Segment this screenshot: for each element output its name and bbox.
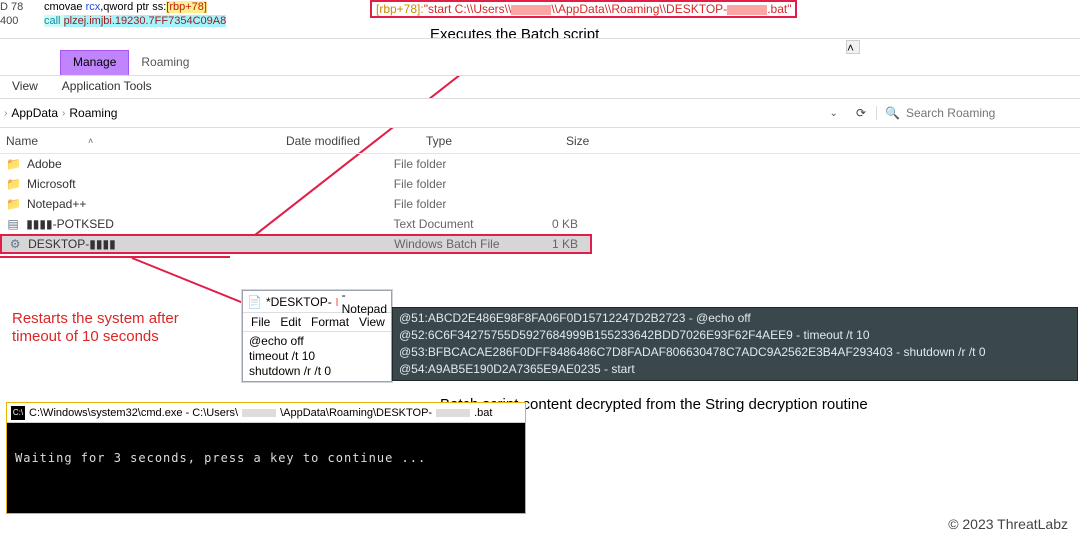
explorer-ribbon: Manage Roaming View Application Tools: [0, 38, 1080, 76]
sort-caret-icon: ˄: [88, 136, 93, 146]
file-name: Microsoft: [27, 177, 270, 191]
cmd-body[interactable]: Waiting for 3 seconds, press a key to co…: [7, 423, 525, 513]
folder-icon: 📁: [6, 156, 21, 172]
cmd-icon: C:\: [11, 406, 25, 420]
cmd-titlebar[interactable]: C:\ C:\Windows\system32\cmd.exe - C:\Use…: [7, 403, 525, 423]
file-size: 1 KB: [518, 237, 590, 251]
asm-addr: 400: [0, 14, 23, 28]
search-input[interactable]: [906, 106, 1056, 120]
breadcrumb-segment[interactable]: Roaming: [65, 106, 121, 120]
file-list: 📁 Adobe File folder 📁 Microsoft File fol…: [0, 154, 590, 254]
file-row[interactable]: 📁 Adobe File folder: [0, 154, 590, 174]
cmd-title-text: \AppData\Roaming\DESKTOP-: [280, 407, 432, 419]
menu-view[interactable]: View: [355, 315, 389, 329]
cmd-title-text: .bat: [474, 407, 492, 419]
decrypted-row: @52:6C6F34275755D5927684999B155233642BDD…: [399, 327, 1071, 344]
notepad-menubar: File Edit Format View: [243, 313, 391, 332]
file-size: 0 KB: [518, 217, 590, 231]
ribbon-tab-manage[interactable]: Manage: [60, 50, 129, 75]
file-name: DESKTOP-▮▮▮▮: [28, 237, 270, 251]
search-box[interactable]: 🔍: [876, 106, 1076, 120]
file-type: Text Document: [393, 217, 517, 231]
file-name: Notepad++: [27, 197, 270, 211]
ribbon-tab-apptools[interactable]: Application Tools: [50, 77, 164, 95]
decrypted-row: @54:A9AB5E190D2A7365E9AE0235 - start: [399, 361, 1071, 378]
notepad-title: *DESKTOP-: [266, 295, 332, 309]
search-icon: 🔍: [885, 106, 900, 120]
asm-addr: D 78: [0, 0, 23, 14]
annotation-restarts: Restarts the system after timeout of 10 …: [12, 310, 179, 346]
notepad-body[interactable]: @echo off timeout /t 10 shutdown /r /t 0: [243, 332, 391, 381]
file-row[interactable]: ▤ ▮▮▮▮-POTKSED Text Document 0 KB: [0, 214, 590, 234]
cmd-window: C:\ C:\Windows\system32\cmd.exe - C:\Use…: [6, 402, 526, 514]
file-name: ▮▮▮▮-POTKSED: [26, 217, 269, 231]
decrypted-strings-panel: @51:ABCD2E486E98F8FA06F0D15712247D2B2723…: [392, 307, 1078, 381]
file-type: File folder: [394, 157, 518, 171]
notepad-window: 📄 *DESKTOP- - Notepad File Edit Format V…: [242, 290, 392, 382]
file-row[interactable]: 📁 Microsoft File folder: [0, 174, 590, 194]
ribbon-tab-view[interactable]: View: [0, 77, 50, 95]
file-row[interactable]: 📁 Notepad++ File folder: [0, 194, 590, 214]
col-name[interactable]: Name˄: [6, 134, 286, 148]
file-name: Adobe: [27, 157, 270, 171]
document-icon: ▤: [6, 216, 20, 232]
menu-edit[interactable]: Edit: [276, 315, 305, 329]
column-headers: Name˄ Date modified Type Size: [0, 128, 1080, 154]
file-type: File folder: [394, 197, 518, 211]
callout-line: [0, 256, 230, 258]
rbp-string-box: [rbp+78]:"start C:\\Users\\\\AppData\\Ro…: [370, 0, 797, 18]
notepad-titlebar[interactable]: 📄 *DESKTOP- - Notepad: [243, 291, 391, 313]
breadcrumb-bar: › AppData › Roaming ⌄ ⟳ 🔍: [0, 98, 1080, 128]
cmd-title-text: C:\Windows\system32\cmd.exe - C:\Users\: [29, 407, 238, 419]
col-type[interactable]: Type: [426, 134, 566, 148]
notepad-icon: 📄: [247, 295, 262, 309]
asm-line: cmovae rcx,qword ptr ss:[rbp+78]: [44, 0, 356, 14]
refresh-icon[interactable]: ⟳: [846, 106, 876, 120]
file-type: File folder: [394, 177, 518, 191]
disassembly-snippet: D 78 400 cmovae rcx,qword ptr ss:[rbp+78…: [0, 0, 360, 28]
col-date[interactable]: Date modified: [286, 134, 426, 148]
ribbon-tab-roaming[interactable]: Roaming: [129, 51, 201, 75]
notepad-title: - Notepad: [342, 288, 387, 316]
ribbon-collapse-chevron[interactable]: ˄: [846, 40, 860, 54]
breadcrumb-segment[interactable]: AppData: [7, 106, 62, 120]
copyright-text: © 2023 ThreatLabz: [948, 516, 1068, 532]
asm-gutter: D 78 400: [0, 0, 23, 28]
folder-icon: 📁: [6, 176, 21, 192]
breadcrumb-history-dropdown[interactable]: ⌄: [822, 108, 846, 119]
decrypted-row: @53:BFBCACAE286F0DFF8486486C7D8FADAF8066…: [399, 344, 1071, 361]
decrypted-row: @51:ABCD2E486E98F8FA06F0D15712247D2B2723…: [399, 310, 1071, 327]
batch-file-icon: ⚙: [8, 236, 22, 252]
file-type: Windows Batch File: [394, 237, 518, 251]
file-row-selected[interactable]: ⚙ DESKTOP-▮▮▮▮ Windows Batch File 1 KB: [0, 234, 592, 254]
menu-file[interactable]: File: [247, 315, 274, 329]
menu-format[interactable]: Format: [307, 315, 353, 329]
folder-icon: 📁: [6, 196, 21, 212]
asm-line: call plzej.imjbi.19230.7FF7354C09A8: [44, 14, 356, 28]
col-size[interactable]: Size: [566, 134, 646, 148]
